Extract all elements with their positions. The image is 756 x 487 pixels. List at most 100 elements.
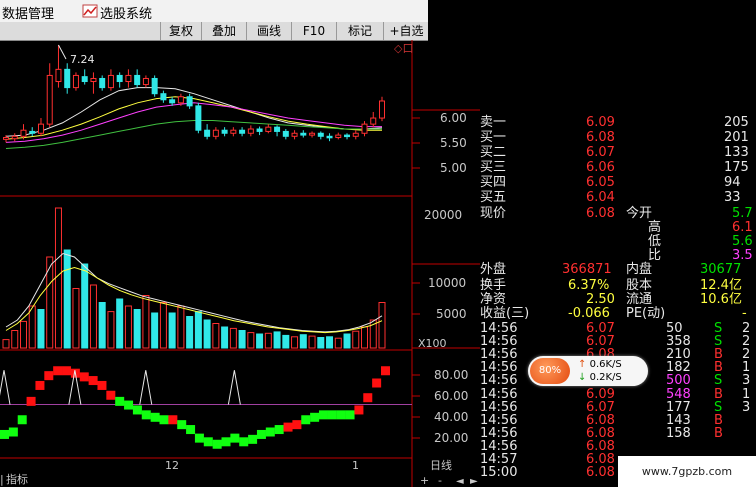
volume-bar [256, 333, 264, 349]
open-value: 5.7 [732, 206, 753, 221]
orderbook-vol: 33 [724, 190, 741, 205]
orderbook-vol: 175 [724, 160, 749, 175]
candle-body [20, 129, 27, 137]
indicator-block [79, 372, 89, 382]
net-asset-value: 2.50 [586, 292, 615, 307]
candle-body [221, 129, 228, 134]
ratio-value: 3.5 [732, 248, 753, 263]
orderbook-price: 6.09 [586, 115, 615, 130]
volume-ma-yellow-line [5, 266, 383, 334]
indicator-axis-80: 80.00 [434, 368, 468, 382]
indicator-block [345, 410, 355, 420]
turnover-label: 换手 [480, 278, 507, 293]
scroll-controls[interactable]: + - ◄ ► [420, 474, 478, 487]
volume-axis-20000: 20000 [424, 208, 462, 222]
volume-bar [81, 263, 89, 349]
candle-body [142, 77, 149, 86]
volume-bar [142, 295, 150, 349]
orderbook-price: 6.04 [586, 190, 615, 205]
candle-body [195, 105, 202, 131]
candle-body [230, 129, 237, 134]
volume-bar [11, 330, 19, 349]
scroll-right-icon[interactable]: ► [470, 476, 478, 487]
indicator-axis-20: 20.00 [434, 431, 468, 445]
candle-body [204, 129, 211, 137]
indicator-block [62, 366, 72, 376]
candle-body [46, 74, 53, 125]
candle-body [186, 96, 193, 107]
capital-label: 股本 [626, 278, 653, 293]
indicator-block [265, 427, 275, 437]
volume-bar [282, 334, 290, 349]
indicator-tab[interactable]: 指标 [6, 472, 28, 486]
candle-body [134, 74, 141, 86]
high-label: 高 [648, 220, 662, 235]
volume-bar [343, 333, 351, 349]
network-speed-widget[interactable]: 80% ↑ 0.6K/S ↓ 0.2K/S [528, 356, 648, 386]
volume-ma-white-line [5, 252, 383, 333]
scroll-plus-icon[interactable]: + [420, 474, 429, 487]
price-axis-550: 5.50 [440, 136, 467, 150]
indicator-block [283, 422, 293, 432]
candle-body [300, 132, 307, 136]
indicator-block [274, 425, 284, 435]
candle-body [72, 74, 79, 89]
capital-value: 12.4亿 [700, 278, 742, 293]
orderbook-price: 6.05 [586, 175, 615, 190]
volume-bar [124, 305, 132, 349]
candle-body [265, 126, 272, 132]
indicator-block [363, 393, 373, 403]
volume-bar [291, 336, 299, 349]
candle-body [125, 74, 132, 83]
candle-body [379, 100, 385, 119]
indicator-block [115, 396, 125, 406]
candle-body [256, 128, 263, 132]
volume-bar [19, 320, 27, 349]
volume-bar [72, 288, 80, 349]
download-rate: 0.2K/S [589, 372, 622, 383]
indicator-block [26, 396, 36, 406]
volume-bar [133, 309, 141, 349]
inner-disk-label: 内盘 [626, 262, 653, 277]
volume-axis-5000: 5000 [436, 307, 467, 321]
candle-body [370, 117, 377, 125]
volume-bar [317, 337, 325, 349]
volume-bar [159, 302, 167, 349]
scroll-left-icon[interactable]: ◄ [456, 476, 464, 487]
volume-bar [98, 302, 106, 349]
scroll-minus-icon[interactable]: - [438, 474, 442, 487]
candle-body [239, 129, 246, 134]
indicator-block [256, 429, 266, 439]
orderbook-price: 6.06 [586, 160, 615, 175]
indicator-block [0, 429, 9, 439]
upload-rate: 0.6K/S [589, 359, 622, 370]
outer-disk-label: 外盘 [480, 262, 507, 277]
indicator-axis-60: 60.00 [434, 389, 468, 403]
candle-body [90, 77, 97, 83]
candle-body [160, 93, 167, 101]
indicator-block [318, 410, 328, 420]
period-label[interactable]: 日线 [430, 458, 452, 472]
volume-bar [326, 336, 334, 349]
indicator-block [168, 415, 178, 425]
volume-bar [229, 327, 237, 349]
indicator-block [186, 425, 196, 435]
candle-body [309, 132, 316, 136]
download-arrow-icon: ↓ [578, 372, 587, 383]
candle-body [99, 77, 106, 89]
volume-bar [334, 337, 342, 349]
indicator-block [106, 390, 116, 400]
indicator-block [310, 412, 320, 422]
orderbook-vol: 201 [724, 130, 749, 145]
candle-body [335, 134, 342, 139]
toolbar-glyph[interactable]: ◇口 [394, 42, 413, 55]
volume-bar [107, 311, 115, 349]
low-label: 低 [648, 234, 662, 249]
volume-axis-10000: 10000 [428, 276, 466, 290]
price-ma-green-line [5, 120, 382, 149]
indicator-block [177, 420, 187, 430]
indicator-block [53, 366, 63, 376]
orderbook-label: 买三 [480, 160, 507, 175]
net-asset-label: 净资 [480, 292, 507, 307]
bottom-tab-prefix: | [0, 473, 4, 486]
